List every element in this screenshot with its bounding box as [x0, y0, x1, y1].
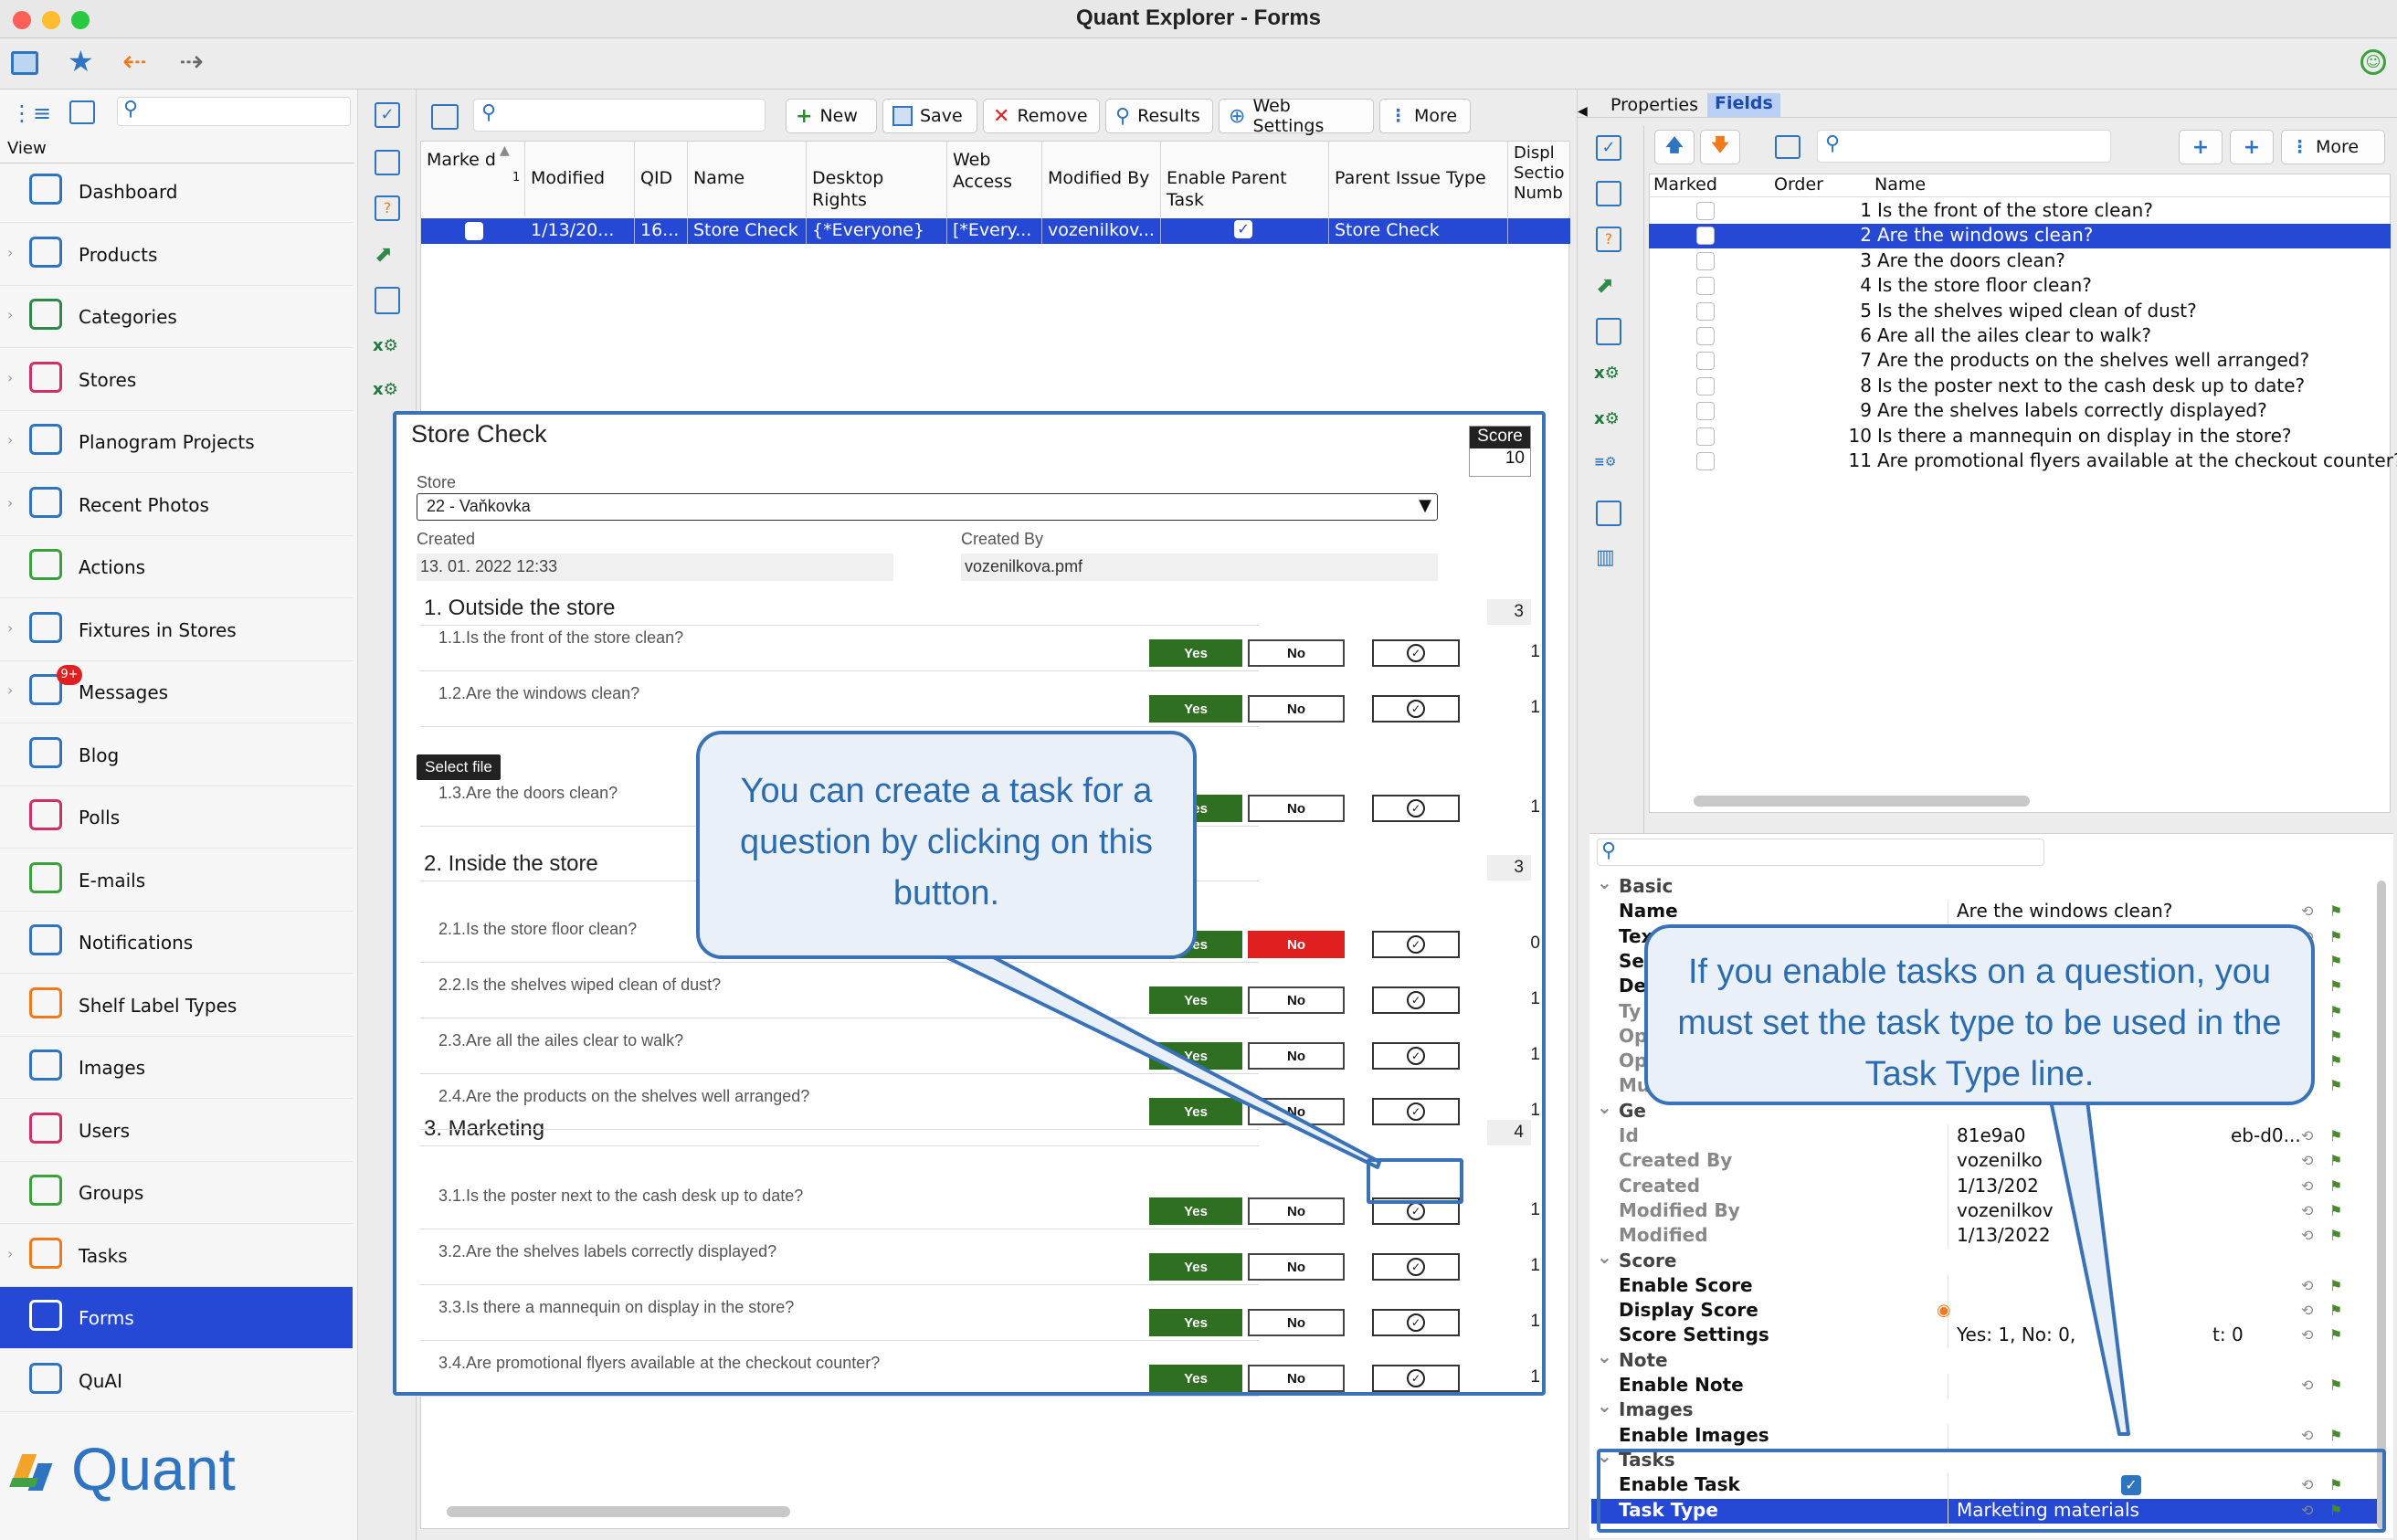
callout-task-type-text: If you enable tasks on a question, you m…	[1677, 953, 2282, 1093]
callout-task-type: If you enable tasks on a question, you m…	[1644, 924, 2315, 1105]
task-button-highlight	[1367, 1158, 1463, 1204]
callout-create-task-text: You can create a task for a question by …	[739, 772, 1154, 912]
callout-left-pointer	[939, 953, 2130, 1436]
tasks-section-highlight	[1597, 1449, 2386, 1533]
callout-create-task: You can create a task for a question by …	[696, 731, 1197, 959]
